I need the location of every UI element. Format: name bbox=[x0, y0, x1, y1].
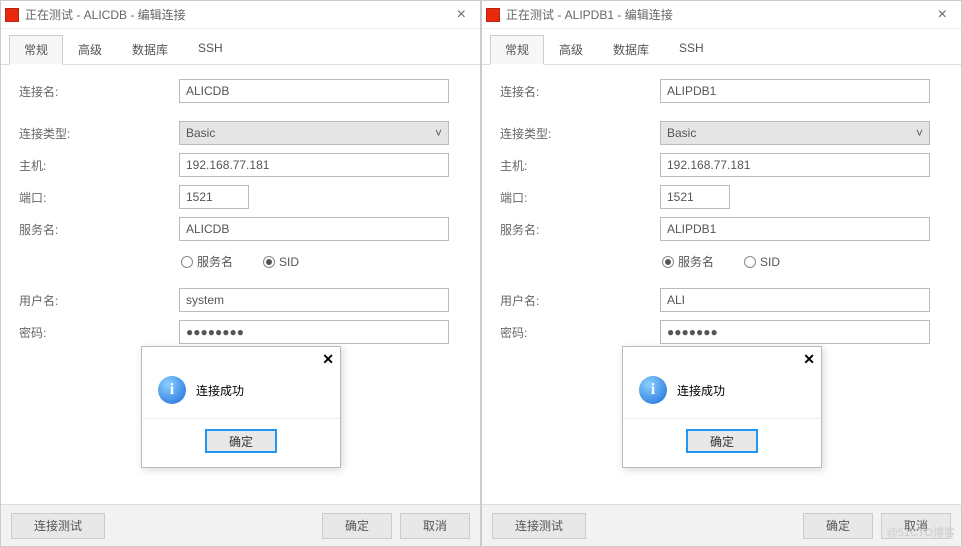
msgbox-ok-button[interactable]: 确定 bbox=[205, 429, 277, 453]
label-port: 端口: bbox=[500, 189, 660, 206]
host-input[interactable] bbox=[179, 153, 449, 177]
service-name-input[interactable] bbox=[179, 217, 449, 241]
tab-database[interactable]: 数据库 bbox=[117, 35, 183, 64]
conn-type-dropdown[interactable]: Basic ˅ bbox=[660, 121, 930, 145]
tab-general[interactable]: 常规 bbox=[490, 35, 544, 65]
label-port: 端口: bbox=[19, 189, 179, 206]
ok-button[interactable]: 确定 bbox=[803, 513, 873, 539]
radio-service-name[interactable]: 服务名 bbox=[662, 253, 714, 270]
message-text: 连接成功 bbox=[677, 382, 725, 399]
info-icon: i bbox=[639, 376, 667, 404]
password-input[interactable] bbox=[660, 320, 930, 344]
cancel-button[interactable]: 取消 bbox=[881, 513, 951, 539]
username-input[interactable] bbox=[660, 288, 930, 312]
username-input[interactable] bbox=[179, 288, 449, 312]
label-conn-type: 连接类型: bbox=[500, 125, 660, 142]
port-input[interactable] bbox=[179, 185, 249, 209]
radio-icon bbox=[662, 256, 674, 268]
chevron-down-icon: ˅ bbox=[916, 126, 923, 140]
bottom-bar: 连接测试 确定 取消 bbox=[1, 504, 480, 546]
close-icon[interactable]: × bbox=[932, 6, 953, 24]
host-input[interactable] bbox=[660, 153, 930, 177]
titlebar: 正在测试 - ALIPDB1 - 编辑连接 × bbox=[482, 1, 961, 29]
port-input[interactable] bbox=[660, 185, 730, 209]
message-box: ✕ i 连接成功 确定 bbox=[622, 346, 822, 468]
label-service-name: 服务名: bbox=[500, 221, 660, 238]
radio-service-name[interactable]: 服务名 bbox=[181, 253, 233, 270]
tab-advanced[interactable]: 高级 bbox=[544, 35, 598, 64]
window-title: 正在测试 - ALICDB - 编辑连接 bbox=[25, 6, 451, 23]
radio-icon bbox=[263, 256, 275, 268]
label-username: 用户名: bbox=[19, 292, 179, 309]
close-icon[interactable]: ✕ bbox=[803, 351, 815, 368]
message-text: 连接成功 bbox=[196, 382, 244, 399]
msgbox-ok-button[interactable]: 确定 bbox=[686, 429, 758, 453]
service-name-input[interactable] bbox=[660, 217, 930, 241]
label-service-name: 服务名: bbox=[19, 221, 179, 238]
conn-type-value: Basic bbox=[667, 126, 696, 140]
app-icon bbox=[486, 8, 500, 22]
cancel-button[interactable]: 取消 bbox=[400, 513, 470, 539]
label-password: 密码: bbox=[500, 324, 660, 341]
conn-type-value: Basic bbox=[186, 126, 215, 140]
conn-name-input[interactable] bbox=[660, 79, 930, 103]
window-title: 正在测试 - ALIPDB1 - 编辑连接 bbox=[506, 6, 932, 23]
test-connection-button[interactable]: 连接测试 bbox=[11, 513, 105, 539]
connection-dialog-left: 正在测试 - ALICDB - 编辑连接 × 常规 高级 数据库 SSH 连接名… bbox=[0, 0, 481, 547]
label-conn-type: 连接类型: bbox=[19, 125, 179, 142]
close-icon[interactable]: ✕ bbox=[322, 351, 334, 368]
radio-icon bbox=[181, 256, 193, 268]
connection-dialog-right: 正在测试 - ALIPDB1 - 编辑连接 × 常规 高级 数据库 SSH 连接… bbox=[481, 0, 962, 547]
app-icon bbox=[5, 8, 19, 22]
close-icon[interactable]: × bbox=[451, 6, 472, 24]
ok-button[interactable]: 确定 bbox=[322, 513, 392, 539]
form: 连接名: 连接类型: Basic ˅ 主机: 端口: 服务名: 服务名 SID bbox=[482, 65, 961, 373]
label-username: 用户名: bbox=[500, 292, 660, 309]
info-icon: i bbox=[158, 376, 186, 404]
label-host: 主机: bbox=[19, 157, 179, 174]
radio-sid[interactable]: SID bbox=[263, 253, 299, 270]
form: 连接名: 连接类型: Basic ˅ 主机: 端口: 服务名: 服务名 SID bbox=[1, 65, 480, 373]
tab-advanced[interactable]: 高级 bbox=[63, 35, 117, 64]
label-host: 主机: bbox=[500, 157, 660, 174]
tab-database[interactable]: 数据库 bbox=[598, 35, 664, 64]
conn-type-dropdown[interactable]: Basic ˅ bbox=[179, 121, 449, 145]
radio-sid[interactable]: SID bbox=[744, 253, 780, 270]
bottom-bar: 连接测试 确定 取消 bbox=[482, 504, 961, 546]
label-conn-name: 连接名: bbox=[500, 83, 660, 100]
tab-general[interactable]: 常规 bbox=[9, 35, 63, 65]
conn-name-input[interactable] bbox=[179, 79, 449, 103]
radio-icon bbox=[744, 256, 756, 268]
titlebar: 正在测试 - ALICDB - 编辑连接 × bbox=[1, 1, 480, 29]
tab-ssh[interactable]: SSH bbox=[664, 35, 719, 64]
label-conn-name: 连接名: bbox=[19, 83, 179, 100]
tabs: 常规 高级 数据库 SSH bbox=[1, 29, 480, 65]
tabs: 常规 高级 数据库 SSH bbox=[482, 29, 961, 65]
label-password: 密码: bbox=[19, 324, 179, 341]
password-input[interactable] bbox=[179, 320, 449, 344]
chevron-down-icon: ˅ bbox=[435, 126, 442, 140]
message-box: ✕ i 连接成功 确定 bbox=[141, 346, 341, 468]
test-connection-button[interactable]: 连接测试 bbox=[492, 513, 586, 539]
tab-ssh[interactable]: SSH bbox=[183, 35, 238, 64]
